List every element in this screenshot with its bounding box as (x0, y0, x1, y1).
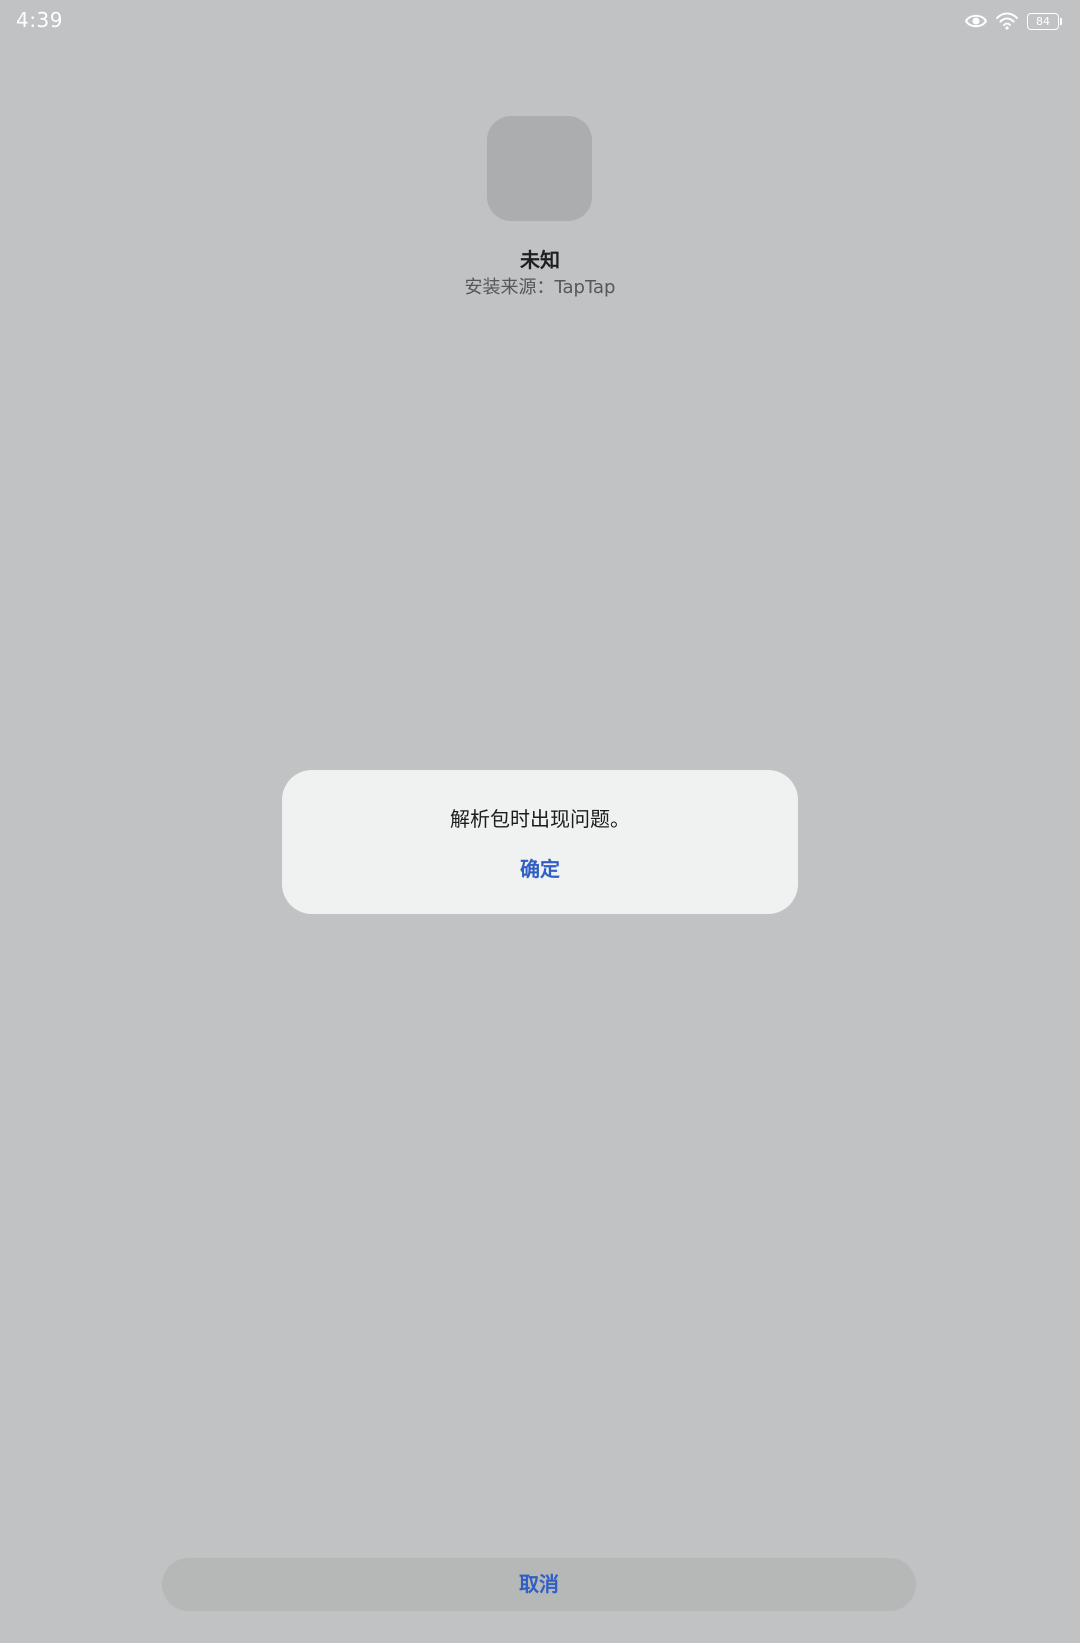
wifi-icon (995, 12, 1019, 30)
battery-body: 84 (1027, 12, 1059, 30)
battery-icon: 84 (1027, 12, 1062, 30)
confirm-button[interactable]: 确定 (490, 849, 590, 889)
install-source: 安装来源：TapTap (464, 277, 616, 298)
status-time: 4:39 (16, 8, 63, 32)
cancel-button[interactable]: 取消 (162, 1558, 916, 1611)
eye-icon (965, 13, 987, 29)
error-dialog: 解析包时出现问题。 确定 (282, 770, 798, 914)
app-name: 未知 (520, 248, 560, 272)
battery-cap (1060, 17, 1062, 25)
app-icon-placeholder (487, 116, 592, 221)
status-bar: 4:39 84 (0, 0, 1080, 44)
status-icons: 84 (965, 10, 1062, 32)
battery-level: 84 (1036, 14, 1050, 28)
dialog-message: 解析包时出现问题。 (450, 807, 630, 831)
